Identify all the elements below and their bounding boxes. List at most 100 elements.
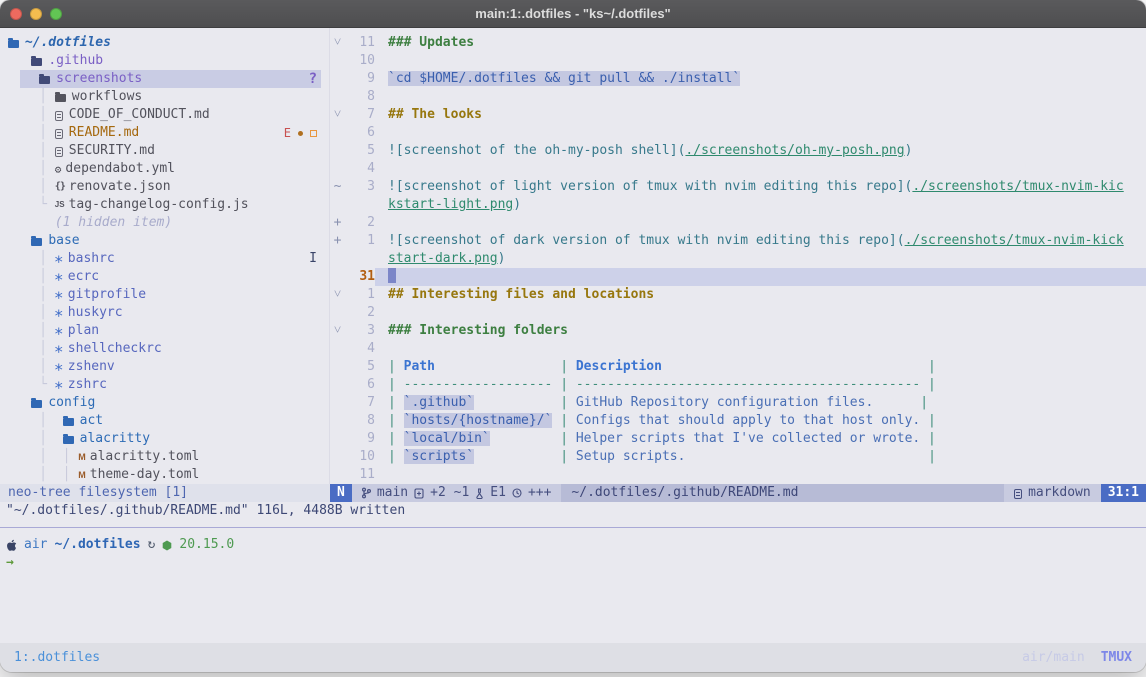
tree-item-gitprofile[interactable]: │ *gitprofile xyxy=(0,286,329,304)
file-icon xyxy=(55,111,63,121)
inline-code: `local/bin` xyxy=(404,431,490,446)
gutter-space xyxy=(330,394,345,412)
editor-line-19[interactable]: 5| Path | Description | xyxy=(330,358,1146,376)
gutter-pad xyxy=(375,52,388,70)
toml-icon: M xyxy=(78,448,86,466)
tree-item-ecrc[interactable]: │ *ecrc xyxy=(0,268,329,286)
editor-line-10[interactable]: kstart-light.png) xyxy=(330,196,1146,214)
markdown-link[interactable]: ./screenshots/tmux-nvim-kic xyxy=(912,179,1123,194)
editor-line-22[interactable]: 8| `hosts/{hostname}/` | Configs that sh… xyxy=(330,412,1146,430)
markdown-link[interactable]: start-dark.png xyxy=(388,251,498,266)
indent-guide: │ xyxy=(0,88,55,106)
fold-icon[interactable]: ˅ xyxy=(330,286,345,304)
line-text: | ------------------- | ----------------… xyxy=(388,376,1146,394)
editor-line-14[interactable]: 31 xyxy=(330,268,1146,286)
gutter-space xyxy=(330,466,345,484)
editor-line-25[interactable]: 11 xyxy=(330,466,1146,484)
js-icon: JS xyxy=(55,196,65,214)
editor-line-17[interactable]: ˅3### Interesting folders xyxy=(330,322,1146,340)
editor-line-15[interactable]: ˅1## Interesting files and locations xyxy=(330,286,1146,304)
tree-item-act[interactable]: │ act xyxy=(0,412,329,430)
editor-line-9[interactable]: ~3![screenshot of light version of tmux … xyxy=(330,178,1146,196)
gutter-pad xyxy=(375,214,388,232)
tree-item-base[interactable]: base xyxy=(0,232,329,250)
markdown-link[interactable]: ./screenshots/oh-my-posh.png xyxy=(685,143,904,158)
editor-line-18[interactable]: 4 xyxy=(330,340,1146,358)
editor-line-6[interactable]: 6 xyxy=(330,124,1146,142)
neotree-panel[interactable]: ~/.dotfiles .github screenshots? │ workf… xyxy=(0,28,330,484)
tree-item-code-of-conduct-md[interactable]: │ CODE_OF_CONDUCT.md xyxy=(0,106,329,124)
tree-item-tag-changelog-config-js[interactable]: └ JStag-changelog-config.js xyxy=(0,196,329,214)
editor-line-4[interactable]: 8 xyxy=(330,88,1146,106)
tree-item-screenshots[interactable]: screenshots? xyxy=(0,70,329,88)
indent-guide: │ │ xyxy=(0,448,78,466)
tree-item-shellcheckrc[interactable]: │ *shellcheckrc xyxy=(0,340,329,358)
editor-line-3[interactable]: 9`cd $HOME/.dotfiles && git pull && ./in… xyxy=(330,70,1146,88)
tree-item-theme-day-toml[interactable]: │ │ Mtheme-day.toml xyxy=(0,466,329,484)
line-number: 1 xyxy=(345,286,375,304)
square-badge xyxy=(310,130,317,137)
indent-guide: │ xyxy=(0,124,55,142)
prompt-arrow[interactable]: → xyxy=(6,554,1146,572)
tree-item-renovate-json[interactable]: │ {}renovate.json xyxy=(0,178,329,196)
tree-item-security-md[interactable]: │ SECURITY.md xyxy=(0,142,329,160)
gutter-pad xyxy=(375,466,388,484)
editor-line-24[interactable]: 10| `scripts` | Setup scripts. | xyxy=(330,448,1146,466)
gutter-space xyxy=(330,196,345,214)
editor-line-8[interactable]: 4 xyxy=(330,160,1146,178)
shell-pane[interactable]: air ~/.dotfiles ↻ 20.15.0 → xyxy=(0,528,1146,643)
editor-line-13[interactable]: start-dark.png) xyxy=(330,250,1146,268)
tree-item-huskyrc[interactable]: │ *huskyrc xyxy=(0,304,329,322)
editor-line-23[interactable]: 9| `local/bin` | Helper scripts that I'v… xyxy=(330,430,1146,448)
tree-item--github[interactable]: .github xyxy=(0,52,329,70)
text-segment: ) xyxy=(498,251,506,266)
editor-line-21[interactable]: 7| `.github` | GitHub Repository configu… xyxy=(330,394,1146,412)
tree-item-readme-md[interactable]: │ README.mdE xyxy=(0,124,329,142)
line-number: 7 xyxy=(345,394,375,412)
text-segment: ![screenshot of the oh-my-posh shell]( xyxy=(388,143,685,158)
fold-icon[interactable]: ˅ xyxy=(330,106,345,124)
tree-item-label: alacritty.toml xyxy=(90,448,200,466)
tree-item-alacritty[interactable]: │ alacritty xyxy=(0,430,329,448)
gutter-pad xyxy=(375,376,388,394)
tree-item-bashrc[interactable]: │ *bashrcI xyxy=(0,250,329,268)
fold-icon[interactable]: ˅ xyxy=(330,34,345,52)
fold-icon[interactable]: ˅ xyxy=(330,322,345,340)
indent-guide: │ xyxy=(0,106,55,124)
editor-line-12[interactable]: +1![screenshot of dark version of tmux w… xyxy=(330,232,1146,250)
titlebar[interactable]: main:1:.dotfiles - "ks~/.dotfiles" xyxy=(0,0,1146,28)
tree-item-dependabot-yml[interactable]: │ ⚙dependabot.yml xyxy=(0,160,329,178)
refresh-icon: ↻ xyxy=(148,536,156,554)
editor-line-5[interactable]: ˅7## The looks xyxy=(330,106,1146,124)
editor-line-11[interactable]: +2 xyxy=(330,214,1146,232)
editor-line-20[interactable]: 6| ------------------- | ---------------… xyxy=(330,376,1146,394)
window-title: main:1:.dotfiles - "ks~/.dotfiles" xyxy=(0,6,1146,21)
gutter-space xyxy=(330,52,345,70)
tmux-window-tab[interactable]: 1:.dotfiles xyxy=(14,650,100,665)
editor-line-16[interactable]: 2 xyxy=(330,304,1146,322)
text-segment: | xyxy=(552,395,575,410)
editor-panel[interactable]: ˅11### Updates109`cd $HOME/.dotfiles && … xyxy=(330,28,1146,484)
tree-item-config[interactable]: config xyxy=(0,394,329,412)
line-text xyxy=(388,160,1146,178)
editor-line-1[interactable]: ˅11### Updates xyxy=(330,34,1146,52)
tree-item-alacritty-toml[interactable]: │ │ Malacritty.toml xyxy=(0,448,329,466)
gutter-space xyxy=(330,448,345,466)
text-segment: ### Updates xyxy=(388,35,474,50)
gutter-space xyxy=(330,88,345,106)
tree-item--1-hidden-item-[interactable]: (1 hidden item) xyxy=(0,214,329,232)
tree-item-zshenv[interactable]: │ *zshenv xyxy=(0,358,329,376)
tree-item--dotfiles[interactable]: ~/.dotfiles xyxy=(0,34,329,52)
tree-item-plan[interactable]: │ *plan xyxy=(0,322,329,340)
text-segment xyxy=(873,395,912,410)
folder-icon xyxy=(31,238,42,246)
editor-line-7[interactable]: 5![screenshot of the oh-my-posh shell](.… xyxy=(330,142,1146,160)
markdown-link[interactable]: kstart-light.png xyxy=(388,197,513,212)
tree-item-workflows[interactable]: │ workflows xyxy=(0,88,329,106)
text-segment: ## The looks xyxy=(388,107,482,122)
markdown-link[interactable]: ./screenshots/tmux-nvim-kick xyxy=(905,233,1124,248)
editor-line-2[interactable]: 10 xyxy=(330,52,1146,70)
text-badge: E xyxy=(284,124,291,142)
indent-guide: │ xyxy=(0,160,55,178)
tree-item-zshrc[interactable]: └ *zshrc xyxy=(0,376,329,394)
